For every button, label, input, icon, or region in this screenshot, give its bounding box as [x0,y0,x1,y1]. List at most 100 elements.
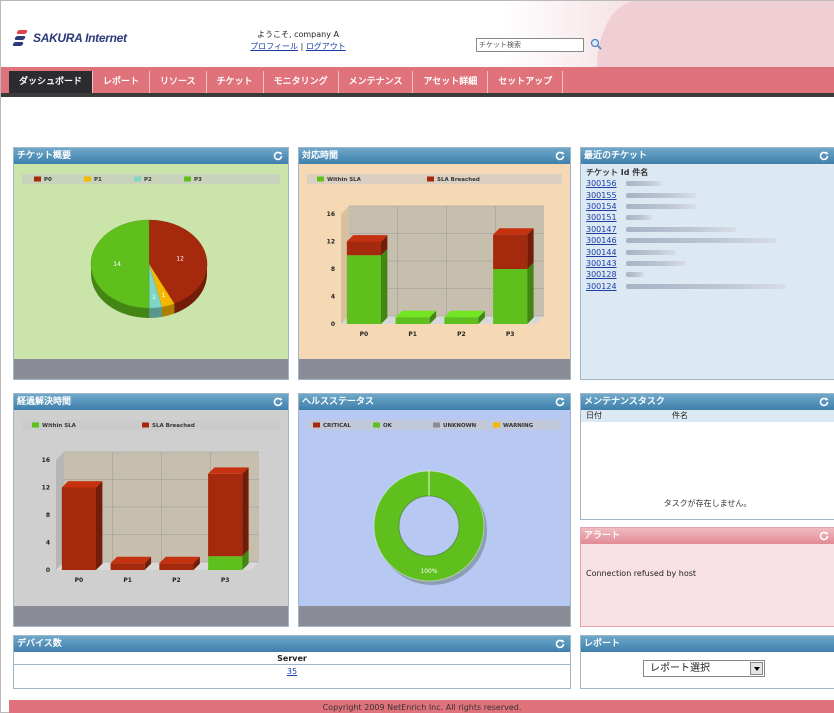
refresh-icon[interactable] [272,396,284,408]
refresh-icon[interactable] [554,638,566,650]
donut-hole [398,495,460,557]
ticket-id-link[interactable]: 300143 [586,259,622,268]
server-count-link[interactable]: 35 [287,667,297,676]
ticket-subject-blurred [626,272,644,278]
ticket-id-link[interactable]: 300156 [586,179,622,188]
panel-title: 対応時間 [299,148,570,164]
bar-segment-side [95,481,103,570]
y-tick-label: 16 [42,457,50,464]
column-subject: 件名 [672,411,688,420]
refresh-icon[interactable] [818,530,830,542]
refresh-icon[interactable] [818,396,830,408]
nav-reports[interactable]: レポート [93,71,151,93]
legend-label: SLA Breached [437,177,480,183]
legend-swatch [313,422,320,428]
alert-message: Connection refused by host [586,569,697,578]
ticket-row: 300151 [586,212,829,223]
nav-setup[interactable]: セットアップ [488,71,564,93]
ticket-id-link[interactable]: 300124 [586,282,622,291]
bar-segment [159,563,194,570]
bar-segment-top [493,228,534,235]
ticket-subject-blurred [626,238,776,244]
nav-dashboard[interactable]: ダッシュボード [9,71,94,93]
ticket-row: 300154 [586,201,829,212]
legend-swatch [427,176,434,182]
pie-slice-label: 1 [152,294,156,301]
x-tick-label: P3 [506,331,515,338]
nav-asset-details[interactable]: アセット詳細 [413,71,489,93]
ticket-id-link[interactable]: 300144 [586,248,622,257]
refresh-icon[interactable] [554,150,566,162]
bar-segment [346,255,381,324]
bar-segment-top [110,556,152,564]
legend-label: P0 [44,177,52,183]
refresh-icon[interactable] [818,150,830,162]
welcome-block: ようこそ, company A プロフィール | ログアウト [233,29,363,53]
nav-maintenance[interactable]: メンテナンス [339,71,414,93]
ticket-id-link[interactable]: 300147 [586,225,622,234]
refresh-icon[interactable] [272,150,284,162]
ticket-id-link[interactable]: 300155 [586,191,622,200]
bar-segment [61,487,96,570]
ticket-subject-blurred [626,215,652,221]
legend-label: CRITICAL [323,423,351,429]
legend-label: OK [383,423,393,429]
legend-swatch [433,422,440,428]
device-count-panel: デバイス数 Server 35 [13,635,571,689]
ticket-id-link[interactable]: 300154 [586,202,622,211]
chevron-down-icon[interactable] [750,662,763,675]
ticket-id-link[interactable]: 300146 [586,236,622,245]
legend-label: UNKNOWN [443,423,477,429]
column-date: 日付 [586,411,602,420]
x-tick-label: P1 [408,331,417,338]
header: SAKURA Internet ようこそ, company A プロフィール |… [1,1,834,67]
ticket-list: チケット Id 件名 300156 300155 300154 300151 3… [581,164,834,379]
bar-segment-top [159,556,200,564]
refresh-icon[interactable] [554,396,566,408]
legend-swatch [373,422,380,428]
bar-segment-side [527,228,534,269]
panel-footer [299,359,570,379]
bar-segment-side [527,262,534,324]
report-select[interactable]: レポート選択 [643,660,765,677]
report-panel: レポート レポート選択 [580,635,834,689]
y-tick-label: 4 [46,540,50,547]
legend-swatch [317,176,324,182]
ticket-subject-blurred [626,181,662,187]
ticket-search-input[interactable]: チケット検索 [476,38,584,52]
bar-segment [493,234,528,269]
panel-title: 最近のチケット [581,148,834,164]
nav-monitoring[interactable]: モニタリング [264,71,339,93]
maintenance-tasks-panel: メンテナンスタスク 日付 件名 タスクが存在しません。 [580,393,834,520]
ticket-id-link[interactable]: 300151 [586,213,622,222]
legend-label: Within SLA [42,423,77,429]
copyright-text: Copyright 2009 NetEnrich Inc. All rights… [322,703,522,712]
panel-title: チケット概要 [14,148,288,164]
legend-swatch [134,176,141,182]
y-tick-label: 16 [327,211,335,218]
legend-swatch [84,176,91,182]
logout-link[interactable]: ログアウト [306,42,346,51]
y-tick-label: 8 [331,266,335,273]
ticket-row: 300144 [586,246,829,257]
panel-title: アラート [581,528,834,544]
panel-title: メンテナンスタスク [581,394,834,410]
logo[interactable]: SAKURA Internet [12,29,127,47]
search-icon[interactable] [589,37,603,51]
profile-link[interactable]: プロフィール [250,42,298,51]
donut-center-label: 100% [420,568,437,575]
bar-segment-side [380,248,388,324]
nav-resources[interactable]: リソース [150,71,207,93]
bar-segment [395,317,430,324]
pie-slice-label: 14 [113,261,121,268]
ticket-row: 300156 [586,178,829,189]
ticket-row: 300128 [586,269,829,280]
legend-label: Within SLA [327,177,362,183]
legend-label: P3 [194,177,202,183]
ticket-id-link[interactable]: 300128 [586,270,622,279]
nav-tickets[interactable]: チケット [207,71,264,93]
bar-segment-top [61,481,103,488]
chart-area: P0 P1 P2 P3 12 1 1 14 [14,164,288,359]
legend-swatch [142,422,149,428]
ticket-subject-blurred [626,249,676,255]
